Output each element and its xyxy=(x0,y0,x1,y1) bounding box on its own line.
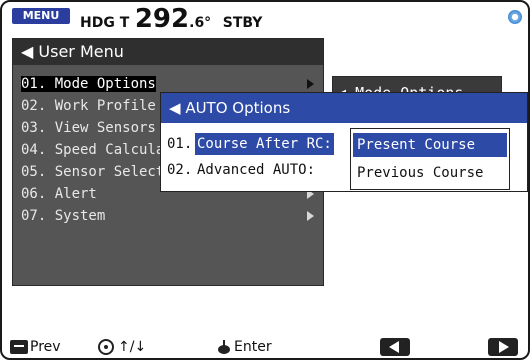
chevron-right-icon xyxy=(307,79,314,89)
user-menu-title[interactable]: ◀ User Menu xyxy=(13,39,323,65)
push-knob-icon xyxy=(218,340,230,354)
course-knob-icon xyxy=(98,339,114,355)
menu-button[interactable]: MENU xyxy=(12,8,70,24)
course-choice-list: Present Course Previous Course xyxy=(350,128,510,190)
bottom-guide-bar: Prev ↑/↓ Enter xyxy=(2,336,528,358)
page-left-icon[interactable] xyxy=(380,338,410,356)
status-bar: MENU HDG T 292.6° STBY xyxy=(2,2,528,34)
heading-label: HDG T xyxy=(80,15,130,31)
auto-options-title[interactable]: ◀ AUTO Options xyxy=(161,93,527,123)
menu-key-icon xyxy=(10,340,28,354)
status-indicator-icon xyxy=(508,10,522,24)
heading-readout: HDG T 292.6° STBY xyxy=(80,4,262,34)
chevron-right-icon xyxy=(307,211,314,221)
heading-decimal: .6° xyxy=(189,15,212,31)
menu-item-system[interactable]: 07. System xyxy=(13,205,323,227)
prev-hint[interactable]: Prev xyxy=(10,336,61,358)
choice-previous-course[interactable]: Previous Course xyxy=(353,161,507,185)
page-right-icon[interactable] xyxy=(488,338,518,356)
scroll-hint: ↑/↓ xyxy=(98,336,146,358)
choice-present-course[interactable]: Present Course xyxy=(353,133,507,157)
enter-hint[interactable]: Enter xyxy=(218,336,272,358)
heading-value: 292 xyxy=(134,4,190,34)
display-frame: MENU HDG T 292.6° STBY ◀ User Menu 01. M… xyxy=(0,0,530,360)
steering-mode: STBY xyxy=(222,15,263,31)
user-menu-title-text: User Menu xyxy=(38,42,124,61)
